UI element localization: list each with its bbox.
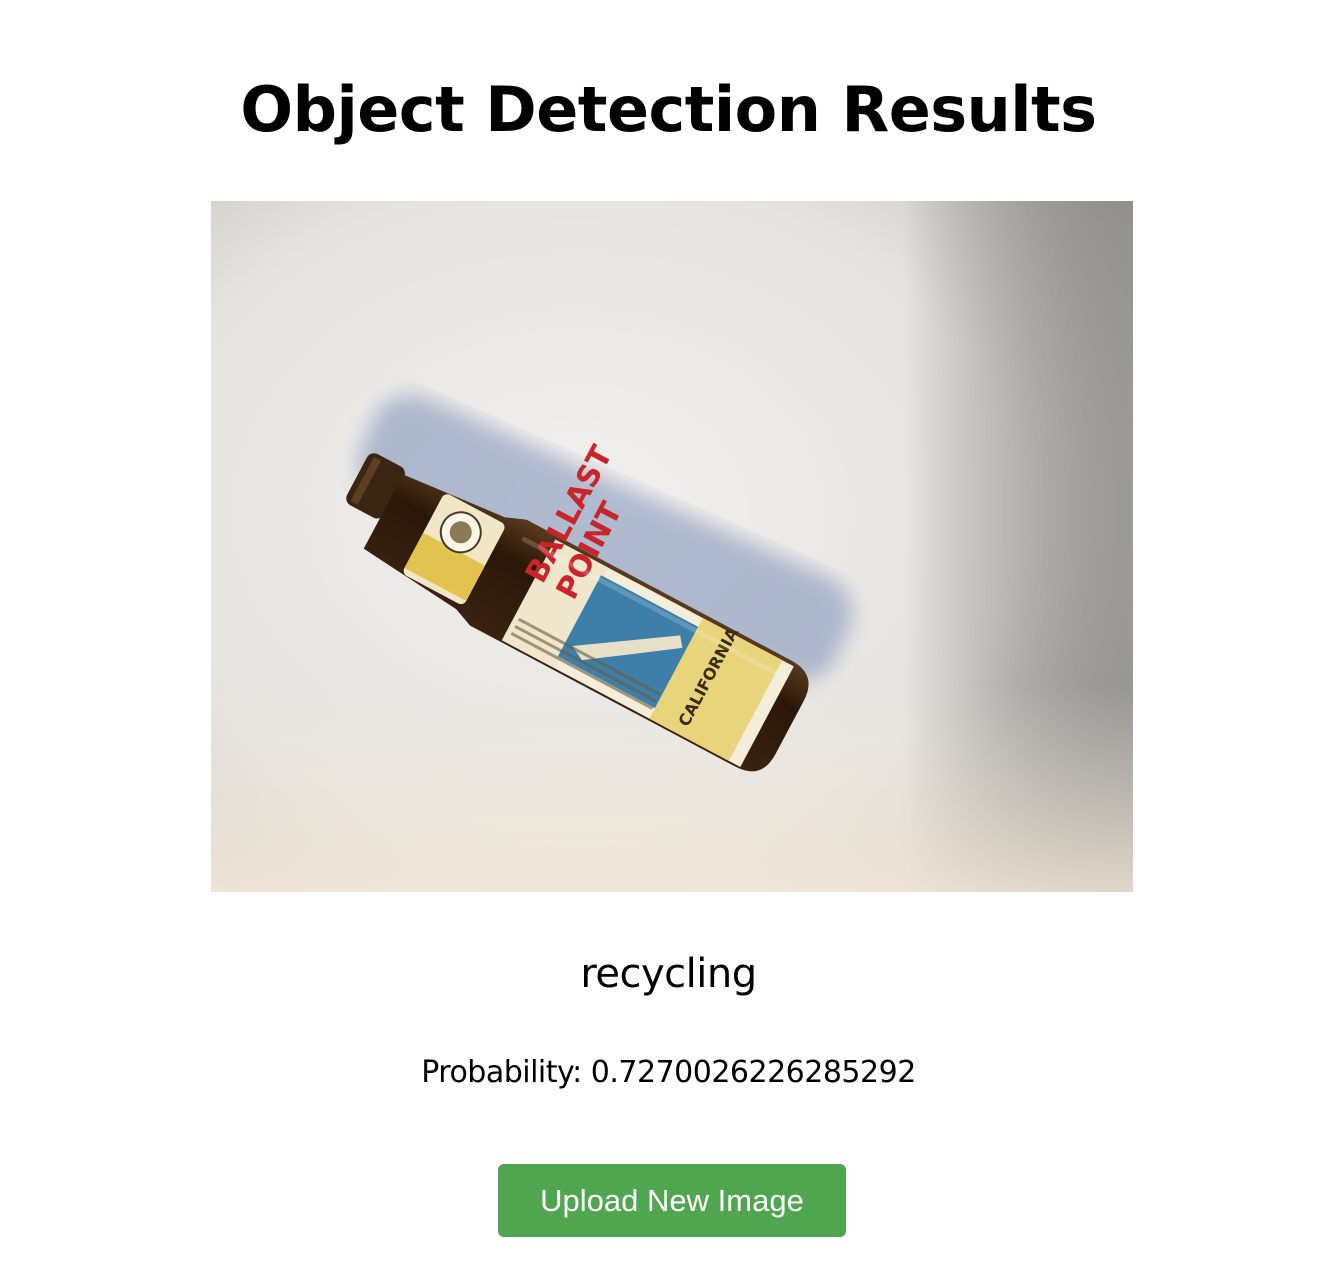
detected-image: BALLAST POINT CALIFORNIA (211, 201, 1133, 892)
page-title: Object Detection Results (240, 73, 1097, 146)
upload-new-image-button[interactable]: Upload New Image (498, 1164, 846, 1237)
results-page: Object Detection Results BALLAST POINT C… (0, 0, 1337, 1280)
probability-prefix: Probability: (421, 1055, 582, 1090)
detection-class-label: recycling (580, 951, 757, 997)
probability-text: Probability: 0.7270026226285292 (0, 1052, 1337, 1094)
bottle-photo: BALLAST POINT CALIFORNIA (211, 201, 1133, 892)
probability-value: 0.7270026226285292 (590, 1055, 917, 1090)
